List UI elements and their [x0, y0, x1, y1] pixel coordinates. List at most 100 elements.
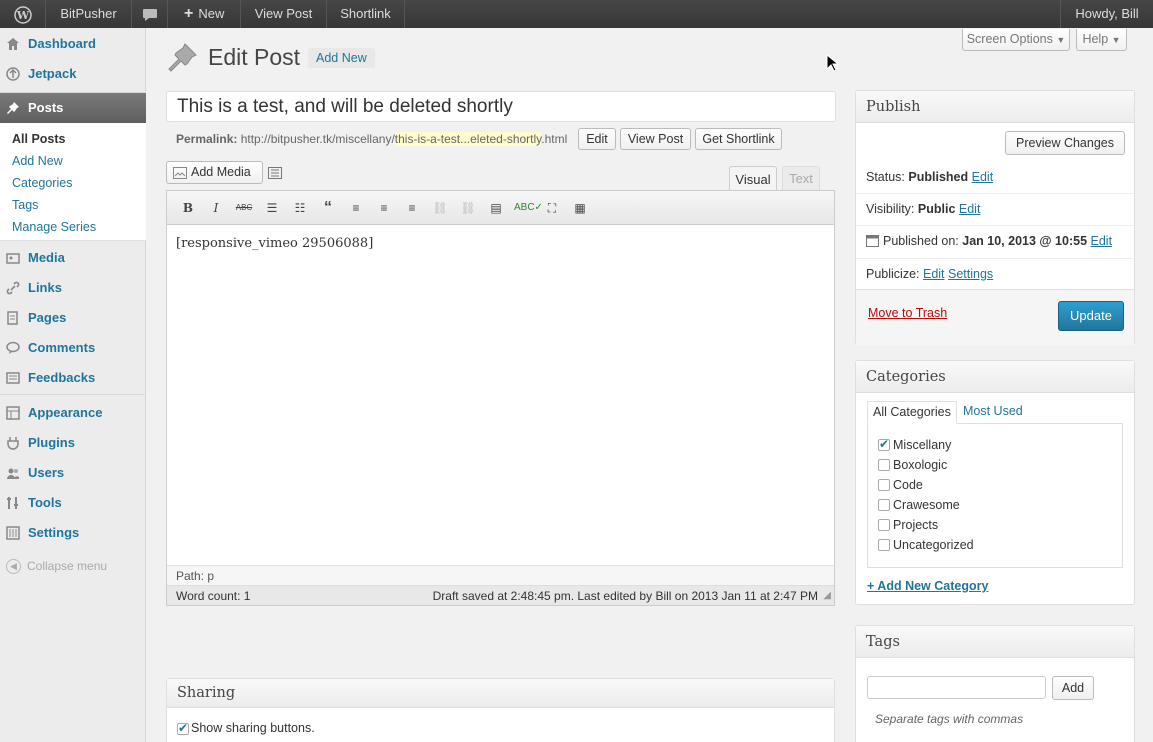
numbered-list-icon[interactable]: ☷ — [290, 197, 310, 219]
menu-jetpack[interactable]: Jetpack — [0, 61, 146, 87]
tab-all-categories[interactable]: All Categories — [867, 401, 957, 424]
editor-toolbar: B I ABC ☰ ☷ “ ≡ ≡ ≡ ⛓ ⛓ ▤ ABC✓ ⛶ ▦ — [167, 191, 834, 225]
bold-icon[interactable]: B — [178, 197, 198, 219]
show-sharing-label: Show sharing buttons. — [191, 721, 315, 735]
category-label-projects: Projects — [893, 518, 939, 532]
category-checkbox-code[interactable] — [878, 479, 890, 491]
category-checkbox-crawesome[interactable] — [878, 499, 890, 511]
insert-more-icon[interactable]: ▤ — [486, 197, 506, 219]
kitchen-sink-icon[interactable]: ▦ — [570, 197, 590, 219]
unlink-icon[interactable]: ⛓ — [458, 197, 478, 219]
add-tag-button[interactable]: Add — [1052, 676, 1094, 700]
edit-publicize-link[interactable]: Edit — [923, 267, 945, 281]
edit-date-link[interactable]: Edit — [1091, 234, 1113, 248]
permalink-slug[interactable]: this-is-a-test...eleted-shortly — [394, 132, 542, 146]
category-checkbox-projects[interactable] — [878, 519, 890, 531]
calendar-icon — [866, 235, 879, 247]
comment-bubble-icon — [142, 8, 157, 21]
publicize-settings-link[interactable]: Settings — [948, 267, 993, 281]
submenu-add-new[interactable]: Add New — [12, 151, 63, 171]
published-on-row: Published on: Jan 10, 2013 @ 10:55 Edit — [866, 234, 1112, 248]
add-media-button[interactable]: Add Media — [166, 161, 263, 184]
get-shortlink-button[interactable]: Get Shortlink — [695, 128, 782, 150]
visibility-value: Public — [917, 202, 956, 216]
view-post-button[interactable]: View Post — [620, 128, 691, 150]
menu-users-label: Users — [28, 465, 65, 480]
menu-tools-label: Tools — [28, 495, 62, 510]
menu-comments[interactable]: Comments — [0, 335, 146, 361]
status-label: Status: — [866, 170, 905, 184]
tab-visual[interactable]: Visual — [729, 166, 777, 191]
submenu-all-posts[interactable]: All Posts — [12, 129, 66, 149]
menu-feedbacks[interactable]: Feedbacks — [0, 365, 146, 391]
comments-link[interactable] — [132, 0, 168, 28]
menu-appearance[interactable]: Appearance — [0, 400, 146, 426]
edit-visibility-link[interactable]: Edit — [959, 202, 981, 216]
menu-settings[interactable]: Settings — [0, 520, 146, 546]
add-new-post-button[interactable]: Add New — [308, 48, 375, 68]
post-title-input[interactable]: This is a test, and will be deleted shor… — [166, 91, 836, 122]
italic-icon[interactable]: I — [206, 197, 226, 219]
dropdown-arrow-icon: ▼ — [1111, 35, 1121, 45]
move-to-trash-link[interactable]: Move to Trash — [868, 306, 947, 320]
menu-plugins[interactable]: Plugins — [0, 430, 146, 456]
new-content-menu[interactable]: + New — [168, 0, 241, 28]
align-right-icon[interactable]: ≡ — [402, 197, 422, 219]
submenu-tags[interactable]: Tags — [12, 195, 38, 215]
preview-changes-button[interactable]: Preview Changes — [1005, 131, 1125, 155]
pushpin-icon — [7, 102, 19, 114]
menu-media[interactable]: Media — [0, 245, 146, 271]
publicize-row: Publicize: Edit Settings — [866, 267, 993, 281]
blockquote-icon[interactable]: “ — [318, 197, 338, 219]
align-left-icon[interactable]: ≡ — [346, 197, 366, 219]
wp-logo-menu[interactable]: W — [0, 0, 46, 28]
align-center-icon[interactable]: ≡ — [374, 197, 394, 219]
tag-input[interactable] — [867, 676, 1046, 699]
menu-tools[interactable]: Tools — [0, 490, 146, 516]
howdy-user-menu[interactable]: Howdy, Bill — [1060, 0, 1153, 28]
shortlink-link[interactable]: Shortlink — [327, 0, 405, 28]
tab-text[interactable]: Text — [782, 166, 820, 190]
category-checkbox-uncategorized[interactable] — [878, 539, 890, 551]
menu-dashboard[interactable]: Dashboard — [0, 31, 146, 57]
pushpin-icon — [168, 43, 197, 72]
visibility-row: Visibility: Public Edit — [866, 202, 980, 216]
category-checkbox-miscellany[interactable] — [878, 437, 890, 451]
site-name-link[interactable]: BitPusher — [46, 0, 132, 28]
menu-links-label: Links — [28, 280, 62, 295]
appearance-icon — [6, 406, 20, 420]
show-sharing-checkbox[interactable] — [177, 721, 189, 735]
fullscreen-icon[interactable]: ⛶ — [542, 197, 562, 219]
menu-users[interactable]: Users — [0, 460, 146, 486]
view-post-link[interactable]: View Post — [241, 0, 327, 28]
form-icon[interactable] — [268, 167, 282, 179]
screen-options-button[interactable]: Screen Options ▼ — [962, 29, 1070, 51]
bullet-list-icon[interactable]: ☰ — [262, 197, 282, 219]
editor-content[interactable]: [responsive_vimeo 29506088] — [176, 236, 373, 251]
spellcheck-icon[interactable]: ABC✓ — [514, 197, 543, 219]
category-label-crawesome: Crawesome — [893, 498, 960, 512]
resize-handle-icon[interactable]: ◢ — [823, 586, 831, 606]
menu-pages[interactable]: Pages — [0, 305, 146, 331]
menu-posts[interactable]: Posts — [0, 93, 146, 123]
update-button[interactable]: Update — [1058, 301, 1124, 331]
submenu-manage-series[interactable]: Manage Series — [12, 217, 96, 237]
help-button[interactable]: Help ▼ — [1076, 29, 1127, 51]
edit-permalink-button[interactable]: Edit — [578, 128, 616, 150]
tab-most-used[interactable]: Most Used — [958, 401, 1028, 423]
menu-separator — [0, 394, 146, 395]
menu-plugins-label: Plugins — [28, 435, 75, 450]
add-new-category-link[interactable]: + Add New Category — [867, 579, 988, 593]
category-checkbox-boxologic[interactable] — [878, 459, 890, 471]
category-label-code: Code — [893, 478, 923, 492]
tags-title: Tags — [856, 626, 1134, 658]
edit-status-link[interactable]: Edit — [972, 170, 994, 184]
publicize-label: Publicize: — [866, 267, 920, 281]
collapse-menu[interactable]: ◀ Collapse menu — [6, 558, 107, 575]
strikethrough-icon[interactable]: ABC — [234, 197, 254, 219]
posts-submenu: All Posts Add New Categories Tags Manage… — [0, 123, 146, 241]
menu-links[interactable]: Links — [0, 275, 146, 301]
insert-link-icon[interactable]: ⛓ — [430, 197, 450, 219]
plus-icon: + — [184, 5, 194, 22]
submenu-categories[interactable]: Categories — [12, 173, 72, 193]
